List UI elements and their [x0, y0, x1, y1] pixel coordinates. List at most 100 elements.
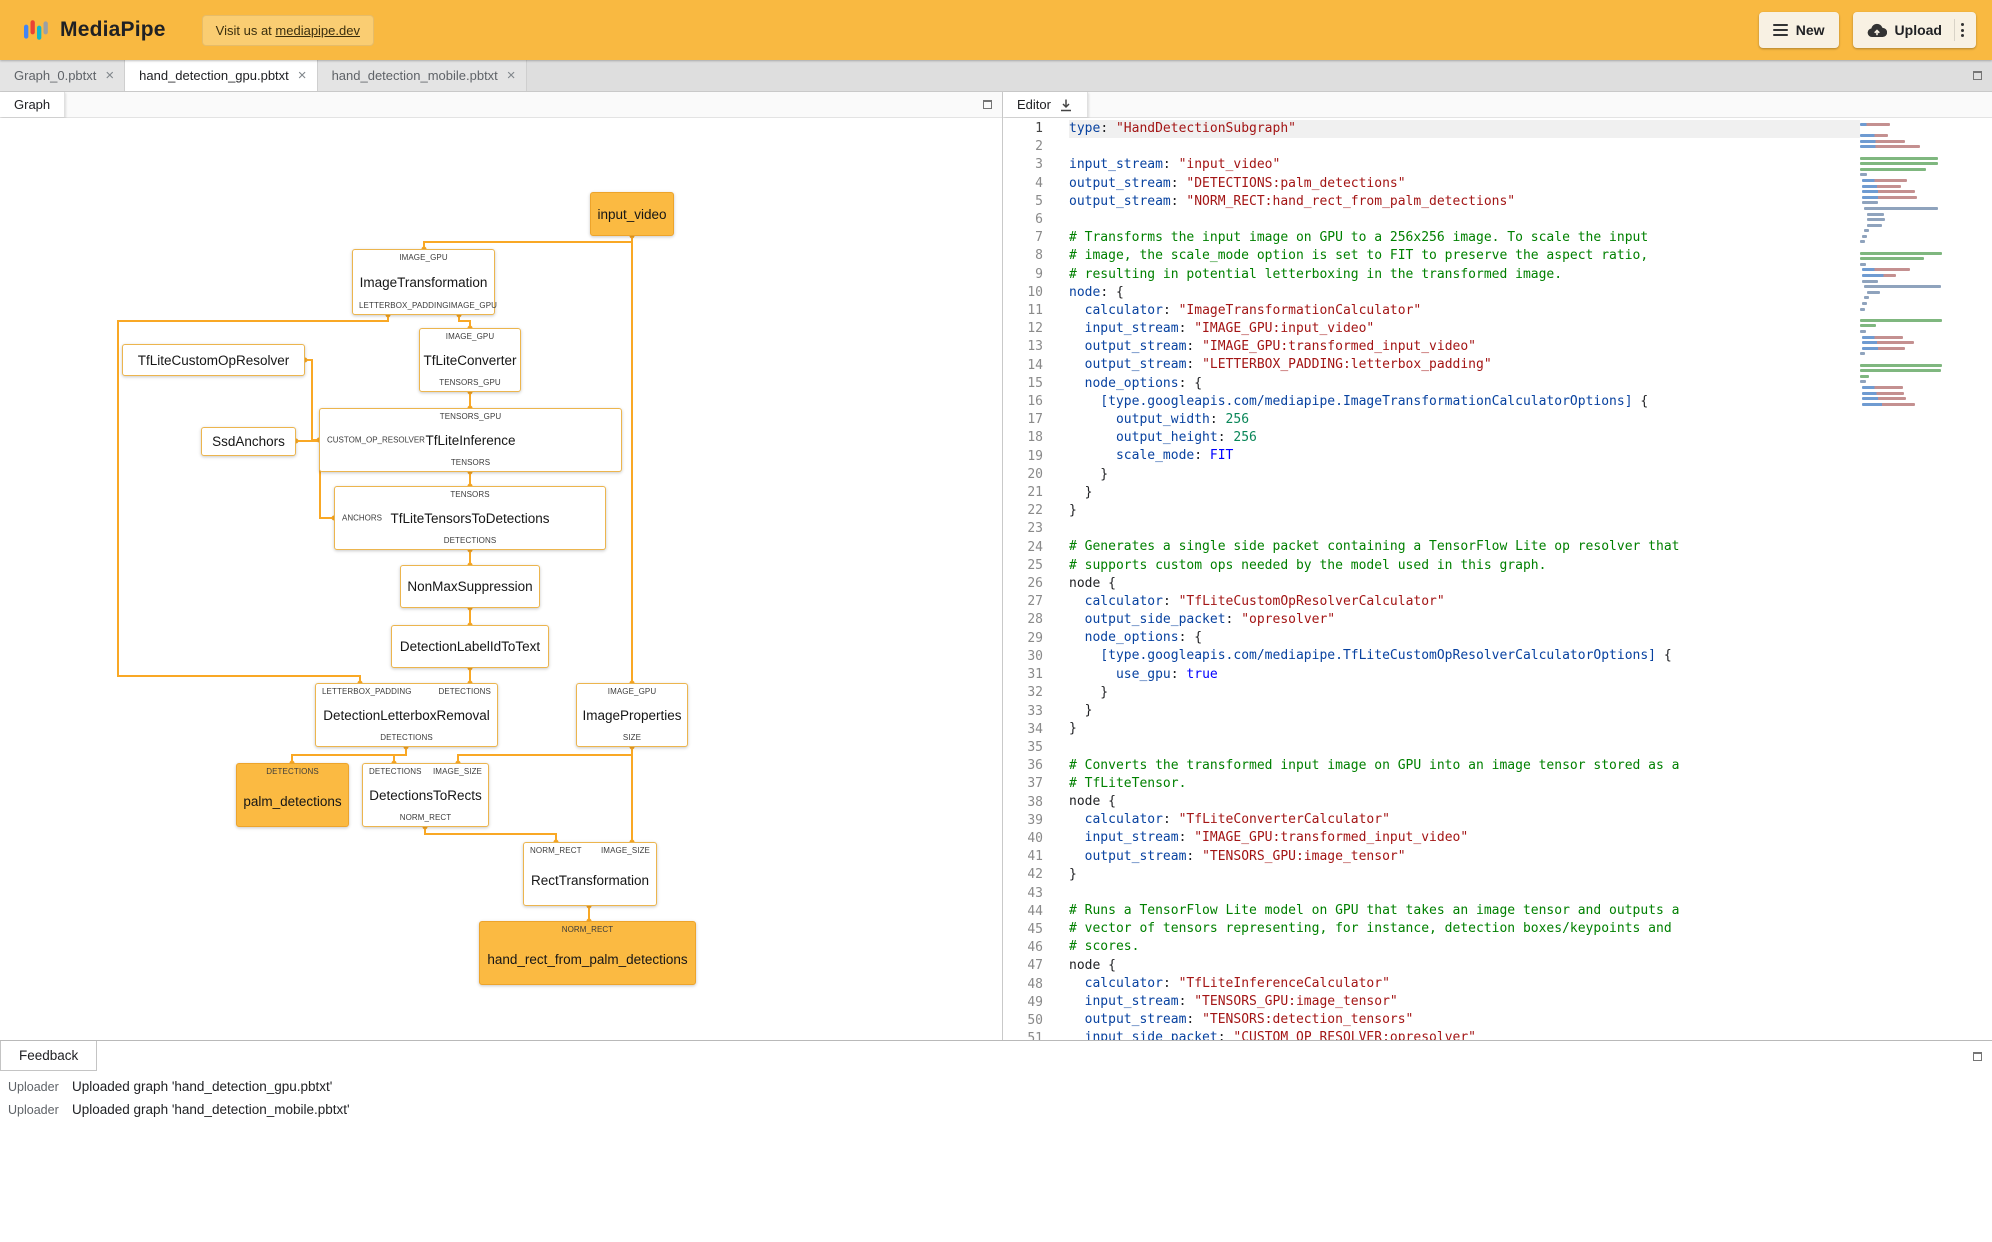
editor-minimap[interactable] — [1860, 118, 1950, 1040]
code-line[interactable]: node { — [1069, 575, 1860, 593]
minimap-line — [1860, 358, 1950, 361]
code-line[interactable]: # vector of tensors representing, for in… — [1069, 920, 1860, 938]
graph-node-recttransformation[interactable]: NORM_RECT IMAGE_SIZE RectTransformation — [523, 842, 657, 906]
upload-menu-kebab-icon[interactable] — [1954, 19, 1970, 41]
graph-node-detectionstorects[interactable]: DETECTIONS IMAGE_SIZE DetectionsToRects … — [362, 763, 489, 827]
code-line[interactable]: type: "HandDetectionSubgraph" — [1069, 120, 1860, 139]
graph-node-tfliteconverter[interactable]: IMAGE_GPU TfLiteConverter TENSORS_GPU — [419, 328, 521, 392]
code-line[interactable]: output_width: 256 — [1069, 411, 1860, 429]
code-line[interactable] — [1069, 884, 1860, 902]
port-label: LETTERBOX_PADDING — [322, 687, 412, 696]
minimap-line — [1860, 134, 1889, 138]
code-line[interactable]: } — [1069, 720, 1860, 738]
code-line[interactable]: output_stream: "LETTERBOX_PADDING:letter… — [1069, 356, 1860, 374]
code-line[interactable]: node_options: { — [1069, 629, 1860, 647]
code-line[interactable]: [type.googleapis.com/mediapipe.ImageTran… — [1069, 393, 1860, 411]
line-number: 27 — [1027, 594, 1043, 610]
graph-node-imagetransformation[interactable]: IMAGE_GPU ImageTransformation LETTERBOX_… — [352, 249, 497, 315]
code-line[interactable]: input_side_packet: "CUSTOM_OP_RESOLVER:o… — [1069, 1029, 1860, 1040]
minimap-line — [1862, 274, 1896, 278]
minimap-line — [1860, 324, 1876, 328]
code-line[interactable]: output_height: 256 — [1069, 429, 1860, 447]
code-line[interactable] — [1069, 211, 1860, 229]
graph-node-palm-detections[interactable]: DETECTIONS palm_detections — [236, 763, 349, 827]
graph-canvas[interactable]: input_video IMAGE_GPU ImageTransformatio… — [0, 118, 1002, 1040]
editor-code-lines[interactable]: type: "HandDetectionSubgraph" input_stre… — [1055, 118, 1860, 1040]
code-line[interactable]: calculator: "TfLiteConverterCalculator" — [1069, 811, 1860, 829]
line-number: 1 — [1035, 121, 1043, 136]
code-line[interactable]: use_gpu: true — [1069, 666, 1860, 684]
line-number: 16 — [1027, 394, 1043, 410]
code-line[interactable]: output_side_packet: "opresolver" — [1069, 611, 1860, 629]
tab-hand-detection-gpu-pbtxt[interactable]: hand_detection_gpu.pbtxt × — [125, 60, 318, 91]
code-line[interactable]: # Runs a TensorFlow Lite model on GPU th… — [1069, 902, 1860, 920]
graph-node-input-video[interactable]: input_video — [590, 192, 674, 236]
code-line[interactable]: # scores. — [1069, 938, 1860, 956]
tab-graph-0-pbtxt[interactable]: Graph_0.pbtxt × — [0, 60, 126, 91]
editor-tab[interactable]: Editor — [1003, 92, 1088, 117]
line-number: 25 — [1027, 557, 1043, 573]
minimap-line — [1864, 229, 1870, 233]
code-line[interactable]: # Converts the transformed input image o… — [1069, 757, 1860, 775]
graph-node-detectionlabelidtotext[interactable]: DetectionLabelIdToText — [391, 625, 549, 668]
code-line[interactable]: output_stream: "TENSORS_GPU:image_tensor… — [1069, 848, 1860, 866]
code-line[interactable]: input_stream: "input_video" — [1069, 156, 1860, 174]
line-number: 14 — [1027, 357, 1043, 373]
download-icon[interactable] — [1059, 98, 1073, 112]
code-line[interactable]: scale_mode: FIT — [1069, 447, 1860, 465]
code-line[interactable]: node_options: { — [1069, 375, 1860, 393]
code-line[interactable]: [type.googleapis.com/mediapipe.TfLiteCus… — [1069, 647, 1860, 665]
code-line[interactable]: output_stream: "NORM_RECT:hand_rect_from… — [1069, 193, 1860, 211]
code-line[interactable]: output_stream: "TENSORS:detection_tensor… — [1069, 1011, 1860, 1029]
code-line[interactable]: } — [1069, 702, 1860, 720]
maximize-graph-panel-icon[interactable] — [983, 100, 992, 109]
code-line[interactable]: } — [1069, 684, 1860, 702]
graph-node-tflitetensorstodetections[interactable]: TENSORS ANCHORS TfLiteTensorsToDetection… — [334, 486, 606, 550]
graph-node-imageproperties[interactable]: IMAGE_GPU ImageProperties SIZE — [576, 683, 688, 747]
graph-node-ssdanchors[interactable]: SsdAnchors — [201, 427, 296, 456]
code-line[interactable]: node { — [1069, 957, 1860, 975]
code-line[interactable]: } — [1069, 466, 1860, 484]
code-line[interactable]: # image, the scale_mode option is set to… — [1069, 247, 1860, 265]
code-line[interactable] — [1069, 520, 1860, 538]
app-header: MediaPipe Visit us at mediapipe.dev New … — [0, 0, 1992, 60]
maximize-feedback-panel-icon[interactable] — [1973, 1051, 1982, 1061]
code-line[interactable]: node { — [1069, 793, 1860, 811]
code-line[interactable]: # Transforms the input image on GPU to a… — [1069, 229, 1860, 247]
code-line[interactable]: # resulting in potential letterboxing in… — [1069, 266, 1860, 284]
maximize-editor-panel-icon[interactable] — [1973, 71, 1982, 80]
code-line[interactable]: } — [1069, 484, 1860, 502]
upload-button[interactable]: Upload — [1852, 12, 1976, 48]
code-line[interactable]: calculator: "TfLiteInferenceCalculator" — [1069, 975, 1860, 993]
tab-hand-detection-mobile-pbtxt[interactable]: hand_detection_mobile.pbtxt × — [317, 60, 527, 91]
code-line[interactable]: calculator: "ImageTransformationCalculat… — [1069, 302, 1860, 320]
code-editor[interactable]: 1 2 3 4 5 6 7 8 9 10 11 12 13 14 15 16 17 18 19 20 21 22 23 24 2… — [1003, 118, 1992, 1040]
code-line[interactable]: output_stream: "IMAGE_GPU:transformed_in… — [1069, 338, 1860, 356]
code-line[interactable] — [1069, 138, 1860, 156]
feedback-tab[interactable]: Feedback — [0, 1041, 98, 1071]
code-line[interactable]: # supports custom ops needed by the mode… — [1069, 557, 1860, 575]
code-line[interactable]: output_stream: "DETECTIONS:palm_detectio… — [1069, 175, 1860, 193]
graph-node-hand-rect-from-palm-detections[interactable]: NORM_RECT hand_rect_from_palm_detections — [479, 921, 696, 985]
graph-node-tflitecustomopresolver[interactable]: TfLiteCustomOpResolver — [122, 344, 305, 376]
new-button[interactable]: New — [1758, 12, 1839, 48]
graph-node-tfliteinference[interactable]: TENSORS_GPU CUSTOM_OP_RESOLVER TfLiteInf… — [319, 408, 622, 472]
graph-node-nonmaxsuppression[interactable]: NonMaxSuppression — [400, 565, 540, 608]
code-line[interactable]: input_stream: "IMAGE_GPU:transformed_inp… — [1069, 829, 1860, 847]
tab-close-icon[interactable]: × — [507, 68, 516, 83]
mediapipe-dev-link[interactable]: mediapipe.dev — [275, 23, 360, 38]
code-line[interactable]: input_stream: "TENSORS_GPU:image_tensor" — [1069, 993, 1860, 1011]
code-line[interactable]: calculator: "TfLiteCustomOpResolverCalcu… — [1069, 593, 1860, 611]
code-line[interactable]: } — [1069, 866, 1860, 884]
graph-edge — [457, 754, 632, 763]
code-line[interactable]: # TfLiteTensor. — [1069, 775, 1860, 793]
code-line[interactable]: input_stream: "IMAGE_GPU:input_video" — [1069, 320, 1860, 338]
graph-node-detectionletterboxremoval[interactable]: LETTERBOX_PADDING DETECTIONS DetectionLe… — [315, 683, 498, 747]
code-line[interactable]: # Generates a single side packet contain… — [1069, 538, 1860, 556]
code-line[interactable]: } — [1069, 502, 1860, 520]
graph-tab[interactable]: Graph — [0, 92, 66, 117]
tab-close-icon[interactable]: × — [105, 68, 114, 83]
code-line[interactable] — [1069, 738, 1860, 756]
tab-close-icon[interactable]: × — [298, 68, 307, 83]
code-line[interactable]: node: { — [1069, 284, 1860, 302]
